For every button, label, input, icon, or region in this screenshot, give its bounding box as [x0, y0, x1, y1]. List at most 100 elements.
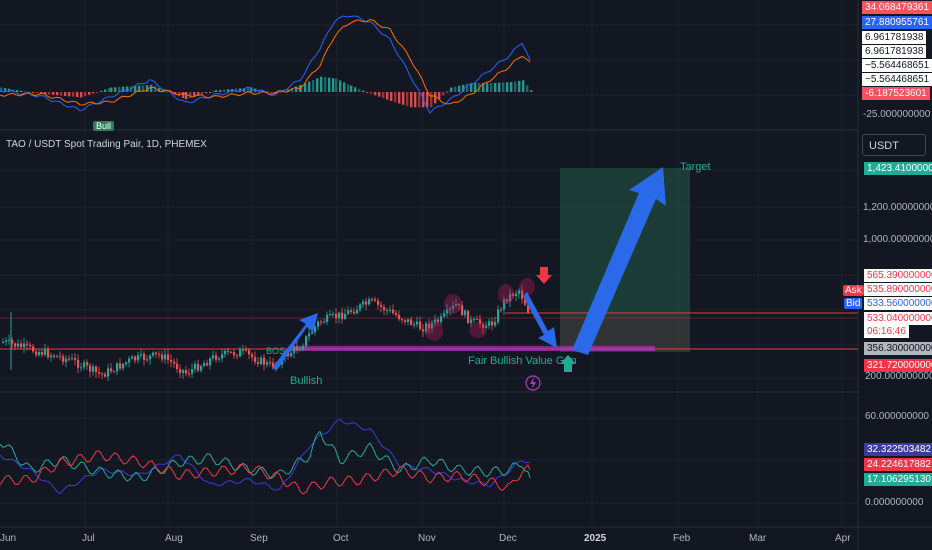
candle-body [389, 309, 392, 311]
oscillator-line-blue [0, 418, 531, 495]
time-label: Jul [82, 533, 95, 544]
candle-body [419, 321, 422, 330]
macd-histogram-bar [247, 87, 250, 92]
candle-body [113, 371, 116, 373]
macd-histogram-bar [96, 92, 99, 93]
chart-canvas[interactable] [0, 0, 932, 550]
macd-histogram-bar [339, 80, 342, 92]
bos-arrow [272, 313, 318, 370]
price-value-label: 533.040000000 [864, 312, 932, 325]
pullback-arrow [523, 292, 557, 348]
candle-body [5, 340, 8, 342]
bos-label: BOS [266, 346, 286, 356]
time-label: Apr [835, 533, 851, 544]
candle-body [236, 355, 239, 357]
oscillator-value-label: 17.106295130 [864, 473, 932, 486]
candle-body [383, 306, 386, 311]
candle-body [263, 357, 266, 365]
candle-body [182, 370, 185, 374]
candle-body [374, 299, 377, 301]
rsi-axis-tick: 60.000000000 [865, 411, 929, 422]
macd-histogram-bar [189, 92, 192, 98]
price-axis-tick: 1,000.000000000 [863, 234, 932, 245]
macd-histogram-bar [514, 81, 517, 92]
macd-histogram-bar [350, 85, 353, 92]
macd-histogram-bar [374, 92, 377, 96]
candle-body [401, 319, 404, 321]
candle-body [332, 313, 335, 315]
price-axis-tick: 200.000000000 [865, 371, 932, 382]
macd-histogram-bar [498, 82, 501, 92]
macd-value-label: -6.187523601 [862, 87, 930, 100]
grid-lines [0, 0, 858, 527]
macd-histogram-bar [36, 92, 39, 94]
candle-body [119, 363, 122, 369]
macd-histogram-bar [92, 92, 95, 94]
candle-body [92, 366, 95, 372]
candle-body [212, 355, 215, 359]
candle-body [257, 362, 260, 364]
candle-body [77, 359, 80, 368]
candle-body [215, 355, 218, 360]
candle-body [98, 371, 101, 374]
candle-body [233, 352, 236, 356]
candle-body [179, 369, 182, 374]
currency-selector[interactable]: USDT [862, 134, 926, 156]
candle-body [353, 311, 356, 314]
macd-histogram-bar [312, 79, 315, 92]
candle-body [413, 324, 416, 326]
price-value-label: 356.300000000 [864, 342, 932, 355]
symbol-title[interactable]: TAO / USDT Spot Trading Pair, 1D, PHEMEX [6, 139, 207, 150]
candle-body [125, 362, 128, 364]
candle-body [221, 354, 224, 359]
candle-body [197, 363, 200, 371]
candle-body [50, 355, 53, 358]
candle-body [377, 300, 380, 305]
candle-body [326, 314, 329, 322]
macd-histogram-bar [48, 92, 51, 95]
candle-body [347, 310, 350, 314]
candle-body [17, 343, 20, 347]
bull-signal-tag: Bull [93, 121, 115, 131]
candle-body [335, 313, 338, 319]
candle-body [515, 293, 518, 297]
macd-histogram-bar [450, 87, 453, 92]
macd-line [0, 15, 531, 114]
macd-histogram-bar [426, 92, 429, 108]
macd-histogram-bar [52, 92, 55, 95]
macd-histogram-bar [88, 92, 91, 95]
macd-histogram-bar [418, 92, 421, 108]
macd-histogram-bar [454, 86, 457, 92]
macd-histogram-bar [20, 90, 23, 92]
candle-body [146, 359, 149, 361]
candle-body [209, 358, 212, 366]
macd-histogram-bar [182, 92, 185, 98]
candle-body [32, 346, 35, 352]
candle-body [311, 331, 314, 334]
macd-histogram-bar [506, 82, 509, 92]
macd-histogram-bar [279, 92, 282, 93]
time-label: Nov [418, 533, 436, 544]
candle-body [350, 310, 353, 312]
candle-body [71, 358, 74, 360]
candle-body [302, 345, 305, 349]
candle-body [170, 360, 173, 362]
candle-body [386, 310, 389, 312]
macd-histogram-bar [343, 82, 346, 92]
macd-histogram-bar [84, 92, 87, 97]
candle-body [362, 301, 365, 305]
candle-body [395, 313, 398, 315]
candle-body [41, 351, 44, 355]
candle-body [290, 352, 293, 357]
candle-body [131, 356, 134, 359]
macd-histogram-bar [370, 92, 373, 94]
time-label: Feb [673, 533, 691, 544]
candle-body [473, 319, 476, 321]
macd-histogram-bar [434, 92, 437, 104]
macd-histogram-bar [530, 90, 533, 92]
price-value-label: 321.720000000 [864, 359, 932, 372]
price-value-label: 535.890000000 [864, 283, 932, 296]
candle-body [29, 344, 32, 347]
macd-signal-line [0, 18, 531, 106]
macd-histogram-bar [522, 80, 525, 92]
